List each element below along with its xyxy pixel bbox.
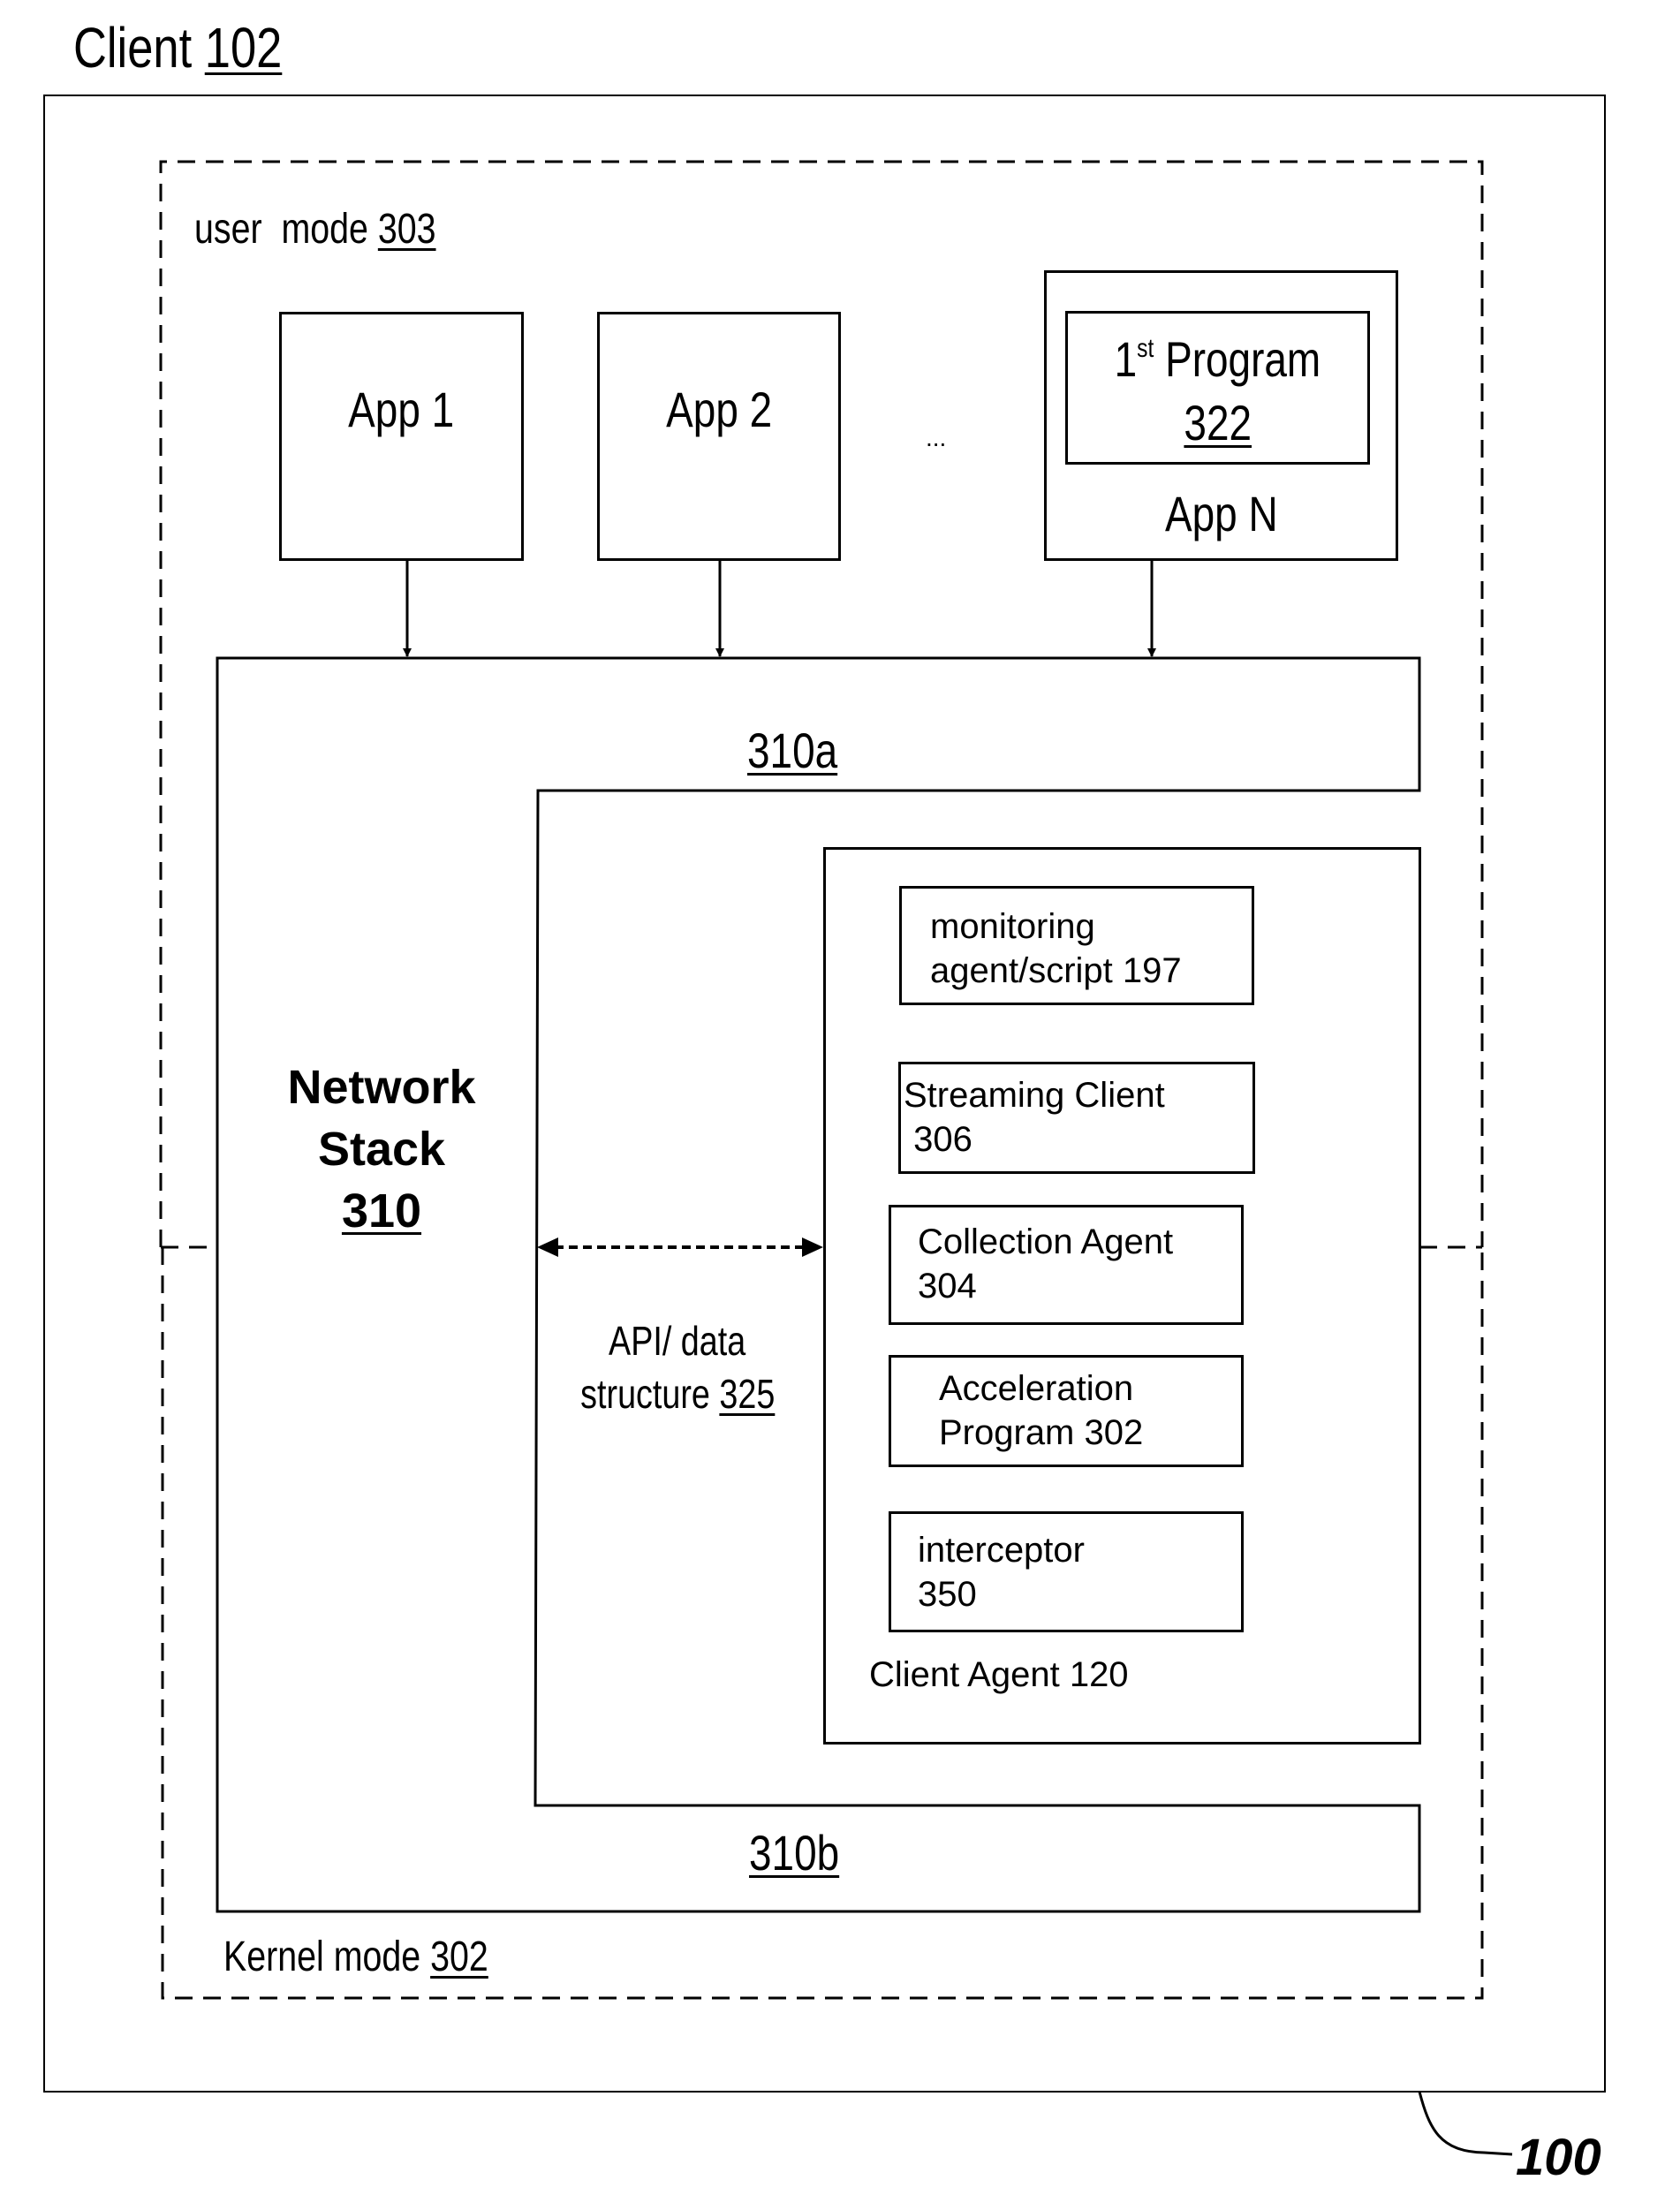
api-label-line2: structure bbox=[579, 1371, 710, 1417]
user-mode-label: user mode 303 bbox=[194, 208, 489, 251]
interceptor-box[interactable]: interceptor 350 bbox=[889, 1511, 1244, 1632]
collection-agent-box[interactable]: Collection Agent 304 bbox=[889, 1205, 1244, 1325]
streaming-client-line2: 306 bbox=[904, 1120, 972, 1159]
first-program-ref: 322 bbox=[1184, 395, 1252, 450]
app-n-box[interactable]: 1st Program 322 App N bbox=[1044, 270, 1398, 561]
acceleration-program-line1: Acceleration bbox=[939, 1369, 1134, 1408]
network-stack-upper-ref: 310a bbox=[747, 723, 838, 778]
collection-agent-line2: 304 bbox=[918, 1267, 977, 1306]
network-stack-title-line1: Network bbox=[287, 1061, 476, 1114]
acceleration-program-box[interactable]: Acceleration Program 302 bbox=[889, 1355, 1244, 1467]
user-mode-ref: 303 bbox=[377, 206, 436, 253]
interceptor-line2: 350 bbox=[918, 1575, 977, 1614]
interceptor-line1: interceptor bbox=[918, 1531, 1085, 1570]
api-arrow-left-head bbox=[537, 1237, 558, 1257]
api-arrow-right-head bbox=[802, 1237, 823, 1257]
kernel-mode-ref: 302 bbox=[430, 1934, 488, 1980]
network-stack-ref: 310 bbox=[341, 1184, 422, 1237]
monitoring-agent-line1: monitoring bbox=[930, 907, 1095, 946]
collection-agent-line1: Collection Agent bbox=[918, 1222, 1174, 1261]
first-program-box[interactable]: 1st Program 322 bbox=[1065, 311, 1370, 465]
app-n-label: App N bbox=[1164, 486, 1278, 541]
app-1-box[interactable]: App 1 bbox=[279, 312, 524, 561]
user-mode-text: user mode bbox=[194, 206, 368, 253]
api-label-line1: API/ data bbox=[609, 1318, 746, 1364]
network-stack-lower-ref: 310b bbox=[749, 1825, 840, 1881]
client-agent-label: Client Agent 120 bbox=[869, 1655, 1129, 1694]
app-2-box[interactable]: App 2 bbox=[597, 312, 841, 561]
api-label: API/ data structure 325 bbox=[541, 1314, 814, 1420]
api-ref: 325 bbox=[719, 1371, 776, 1417]
reference-leader-line bbox=[1418, 2091, 1513, 2156]
monitoring-agent-line2: agent/script 197 bbox=[930, 951, 1182, 990]
streaming-client-line1: Streaming Client bbox=[904, 1076, 1165, 1115]
app-2-label: App 2 bbox=[665, 382, 773, 437]
network-stack-title-line2: Stack bbox=[317, 1123, 446, 1176]
kernel-mode-text: Kernel mode bbox=[223, 1934, 421, 1980]
network-stack-title: Network Stack 310 bbox=[249, 1056, 514, 1242]
first-program-label: 1st Program bbox=[1114, 331, 1321, 387]
monitoring-agent-box[interactable]: monitoring agent/script 197 bbox=[899, 886, 1254, 1005]
acceleration-program-line2: Program 302 bbox=[939, 1413, 1144, 1452]
apps-ellipsis: ... bbox=[926, 424, 947, 451]
app-1-label: App 1 bbox=[348, 382, 455, 437]
figure-reference-numeral: 100 bbox=[1516, 2129, 1601, 2186]
streaming-client-box[interactable]: Streaming Client 306 bbox=[898, 1062, 1255, 1174]
kernel-mode-label: Kernel mode 302 bbox=[223, 1936, 547, 1979]
